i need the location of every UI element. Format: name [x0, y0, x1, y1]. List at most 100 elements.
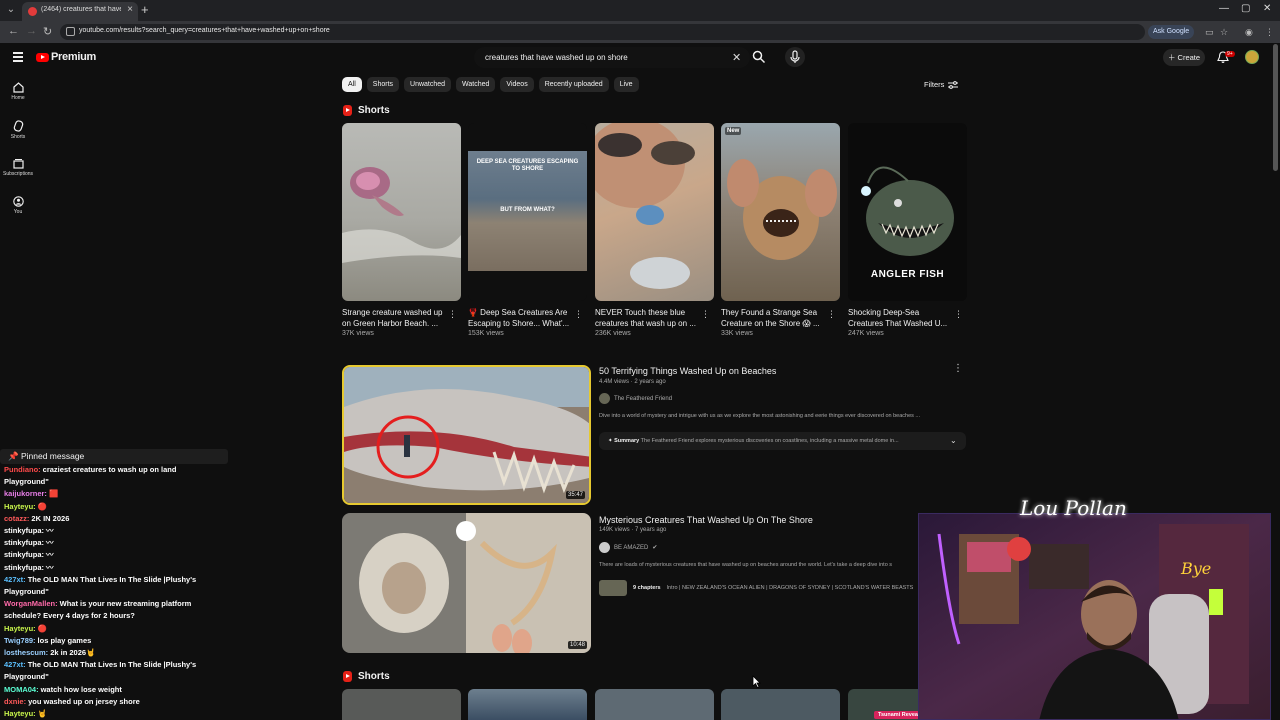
pin-icon: 📌 — [8, 451, 19, 461]
back-button[interactable]: ← — [8, 25, 19, 37]
search-input[interactable]: creatures that have washed up on shore ✕ — [474, 47, 750, 68]
tab-search-button[interactable]: ⌄ — [4, 3, 18, 17]
short-card[interactable]: NEVER Touch these blue creatures that wa… — [595, 123, 714, 337]
chip-recently-uploaded[interactable]: Recently uploaded — [538, 77, 609, 92]
video-chapters[interactable]: 9 chapters Intro | NEW ZEALAND'S OCEAN A… — [599, 579, 919, 597]
chat-username: Twig789: — [4, 635, 36, 645]
maximize-button[interactable]: ▢ — [1241, 3, 1250, 14]
chat-message: 427xt: The OLD MAN That Lives In The Slid… — [0, 574, 228, 586]
expand-summary-chevron-icon[interactable]: ⌄ — [950, 436, 957, 445]
chip-shorts[interactable]: Shorts — [366, 77, 400, 92]
chat-message: schedule? Every 4 days for 2 hours? — [0, 610, 228, 622]
video-thumbnail[interactable]: 10:48 — [342, 513, 591, 653]
chapter-thumbnail[interactable] — [599, 580, 627, 596]
channel-avatar[interactable] — [599, 542, 610, 553]
summary-label: Summary — [614, 438, 640, 444]
address-bar[interactable]: youtube.com/results?search_query=creatur… — [60, 24, 1145, 40]
youtube-premium-logo[interactable]: Premium — [36, 51, 96, 63]
chip-watched[interactable]: Watched — [456, 77, 496, 92]
chat-username: stinkyfupa: — [4, 538, 45, 548]
sidebar-item-shorts[interactable]: Shorts — [0, 120, 36, 140]
short-thumbnail[interactable] — [342, 689, 461, 720]
short-card[interactable]: Strange creature washed up on Green Harb… — [342, 123, 461, 337]
chat-username: 427xt: — [4, 660, 26, 670]
channel-name[interactable]: BE AMAZED — [614, 545, 648, 551]
new-tab-button[interactable]: + — [141, 2, 149, 17]
short-thumbnail[interactable] — [721, 689, 840, 720]
short-thumbnail[interactable] — [468, 689, 587, 720]
chip-live[interactable]: Live — [613, 77, 639, 92]
more-options-icon[interactable]: ⋮ — [827, 309, 836, 320]
short-thumbnail[interactable] — [342, 123, 461, 301]
sidebar-item-home[interactable]: Home — [0, 82, 36, 101]
chat-message: stinkyfupa: 〰 — [0, 549, 228, 561]
cast-icon[interactable]: ▭ — [1205, 27, 1214, 38]
filters-button[interactable]: Filters — [924, 80, 959, 89]
video-summary-panel[interactable]: ✦ Summary The Feathered Friend explores … — [599, 432, 966, 450]
chip-videos[interactable]: Videos — [500, 77, 534, 92]
chip-all[interactable]: All — [342, 77, 362, 92]
forward-button[interactable]: → — [26, 25, 37, 37]
video-channel[interactable]: BE AMAZED ✔ — [599, 542, 657, 553]
minimize-button[interactable]: — — [1219, 3, 1229, 14]
short-title[interactable]: NEVER Touch these blue creatures that wa… — [595, 307, 714, 329]
voice-search-button[interactable] — [785, 47, 805, 67]
filter-chips: All Shorts Unwatched Watched Videos Rece… — [342, 77, 639, 92]
browser-tab-active[interactable]: (2464) creatures that have wash × — [22, 2, 138, 21]
sidebar-item-you[interactable]: You — [0, 196, 36, 215]
page-scrollbar[interactable] — [1273, 44, 1278, 171]
account-avatar[interactable] — [1245, 50, 1259, 64]
chat-message: Hayteyu: 🔴 — [0, 501, 228, 513]
chat-message: stinkyfupa: 〰 — [0, 562, 228, 574]
mouse-cursor-icon — [752, 675, 761, 688]
chat-text: 🟥 — [48, 489, 59, 499]
video-title[interactable]: 50 Terrifying Things Washed Up on Beache… — [599, 366, 776, 376]
video-title[interactable]: Mysterious Creatures That Washed Up On T… — [599, 515, 813, 525]
more-options-icon[interactable]: ⋮ — [954, 309, 963, 320]
more-options-icon[interactable]: ⋮ — [448, 309, 457, 320]
video-channel[interactable]: The Feathered Friend — [599, 393, 672, 404]
short-thumbnail[interactable] — [595, 689, 714, 720]
plus-icon: ＋ — [1167, 53, 1176, 62]
short-card[interactable]: ANGLER FISH Shocking Deep-Sea Creatures … — [848, 123, 967, 337]
short-title[interactable]: 🦞 Deep Sea Creatures Are Escaping to Sho… — [468, 307, 587, 329]
create-button[interactable]: ＋ Create — [1163, 49, 1205, 66]
chip-unwatched[interactable]: Unwatched — [404, 77, 452, 92]
video-thumbnail[interactable]: 35:47 — [342, 365, 591, 505]
ask-google-button[interactable]: Ask Google — [1148, 25, 1195, 39]
chapters-count: 9 chapters — [633, 585, 661, 591]
chat-username: 427xt: — [4, 574, 26, 584]
short-card[interactable]: New They Found a Strange Sea Creature on… — [721, 123, 840, 337]
more-options-icon[interactable]: ⋮ — [953, 363, 963, 374]
browser-menu-icon[interactable]: ⋮ — [1265, 27, 1274, 38]
short-card[interactable]: DEEP SEA CREATURES ESCAPING TO SHORE BUT… — [468, 123, 587, 337]
search-button[interactable] — [752, 50, 766, 64]
short-thumbnail[interactable]: DEEP SEA CREATURES ESCAPING TO SHORE BUT… — [468, 123, 587, 301]
more-options-icon[interactable]: ⋮ — [574, 309, 583, 320]
sparkle-icon: ✦ — [608, 438, 613, 444]
clear-search-icon[interactable]: ✕ — [732, 51, 741, 64]
sidebar-item-subscriptions[interactable]: Subscriptions — [0, 158, 36, 177]
close-window-button[interactable]: ✕ — [1263, 3, 1271, 14]
short-thumbnail[interactable] — [595, 123, 714, 301]
guide-menu-icon[interactable] — [13, 52, 23, 64]
short-thumbnail[interactable]: New — [721, 123, 840, 301]
short-views: 236K views — [595, 330, 631, 337]
short-title[interactable]: They Found a Strange Sea Creature on the… — [721, 307, 840, 329]
short-title[interactable]: Strange creature washed up on Green Harb… — [342, 307, 461, 329]
chat-message: Twig789: los play games — [0, 635, 228, 647]
chat-message: dxnie: you washed up on jersey shore — [0, 696, 228, 708]
short-thumbnail[interactable]: ANGLER FISH — [848, 123, 967, 301]
reload-button[interactable]: ↻ — [43, 25, 52, 38]
channel-avatar[interactable] — [599, 393, 610, 404]
create-label: Create — [1177, 53, 1201, 62]
bookmark-star-icon[interactable]: ☆ — [1220, 27, 1228, 38]
chat-text: What is your new streaming platform — [59, 599, 192, 609]
sidebar-item-label: Shorts — [10, 134, 26, 140]
more-options-icon[interactable]: ⋮ — [701, 309, 710, 320]
channel-name[interactable]: The Feathered Friend — [614, 396, 672, 402]
short-title[interactable]: Shocking Deep-Sea Creatures That Washed … — [848, 307, 967, 329]
site-info-icon[interactable] — [66, 27, 75, 36]
tab-close-icon[interactable]: × — [127, 4, 133, 15]
profile-icon[interactable]: ◉ — [1245, 27, 1253, 38]
